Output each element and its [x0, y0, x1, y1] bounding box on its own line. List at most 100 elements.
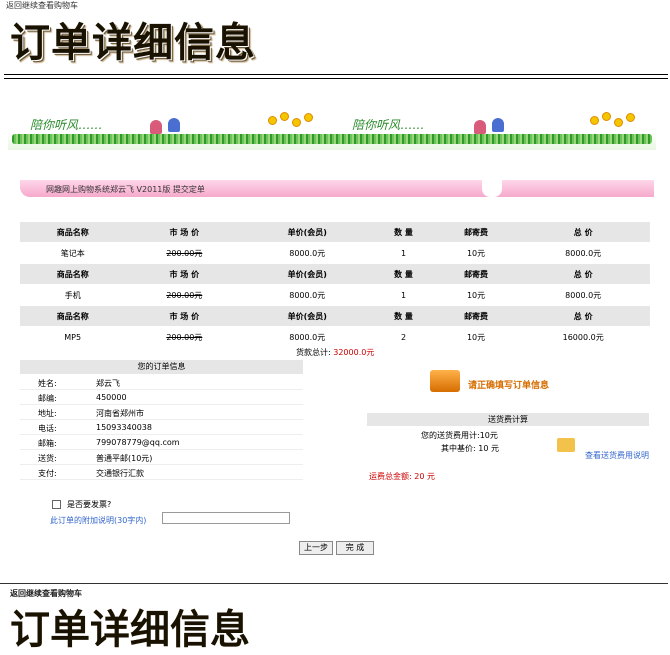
prev-button[interactable]: 上一步	[299, 541, 333, 555]
fee-header: 送货费计算	[367, 413, 649, 426]
quantity: 2	[371, 326, 436, 348]
column-header: 商品名称	[20, 222, 126, 243]
sunflower-icon	[268, 116, 277, 125]
divider	[0, 583, 668, 584]
column-header: 数 量	[371, 263, 436, 285]
sunflower-icon	[590, 116, 599, 125]
fee-help-link[interactable]: 查看送货费用说明	[585, 450, 649, 461]
market-price: 200.00元	[125, 242, 244, 264]
banner-text: 陪你听风……	[30, 118, 103, 132]
bottom-title: 订单详细信息	[10, 606, 250, 653]
sunflower-icon	[280, 112, 289, 121]
page-title: 订单详细信息	[10, 19, 256, 66]
sunflower-icon	[304, 113, 313, 122]
member-price: 8000.0元	[243, 284, 372, 306]
field-value: 郑云飞	[96, 379, 120, 388]
member-price: 8000.0元	[243, 326, 372, 348]
note-label: 此订单的附加说明(30字内)	[50, 516, 147, 525]
order-prompt: 请正确填写订单信息	[468, 381, 550, 391]
sunflower-icon	[292, 118, 301, 127]
finish-button[interactable]: 完 成	[336, 541, 374, 555]
table-header-row: 商品名称 市 场 价 单价(会员) 数 量 邮寄费 总 价	[20, 305, 650, 327]
quantity: 1	[371, 284, 436, 306]
goods-total-value: 32000.0元	[333, 348, 375, 357]
fee-base: 其中基价: 10 元	[441, 444, 499, 453]
market-price: 200.00元	[125, 326, 244, 348]
fee-line: 您的送货费用计:10元	[421, 431, 498, 440]
grass-strip	[12, 134, 652, 144]
field-label: 电话:	[38, 424, 57, 433]
child-icon	[150, 120, 162, 134]
column-header: 单价(会员)	[243, 305, 372, 327]
order-info-row: 电话: 15093340038	[20, 420, 303, 435]
order-info-row: 送货: 普通平邮(10元)	[20, 450, 303, 465]
order-info-row: 姓名: 郑云飞	[20, 375, 303, 390]
child-icon	[492, 118, 504, 132]
table-header-row: 商品名称 市 场 价 单价(会员) 数 量 邮寄费 总 价	[20, 263, 650, 285]
column-header: 市 场 价	[125, 305, 244, 327]
banner-text: 陪你听风……	[352, 118, 425, 132]
sunflower-icon	[602, 112, 611, 121]
breadcrumb-text: 网趣网上购物系统郑云飞 V2011版 提交定单	[46, 185, 205, 194]
quantity: 1	[371, 242, 436, 264]
column-header: 市 场 价	[125, 263, 244, 285]
sunflower-icon	[626, 113, 635, 122]
postage: 10元	[435, 284, 517, 306]
column-header: 数 量	[371, 222, 436, 243]
field-label: 送货:	[38, 454, 57, 463]
goods-total-label: 货款总计:	[296, 348, 331, 357]
item-total: 8000.0元	[516, 242, 650, 264]
table-row: MP5 200.00元 8000.0元 2 10元 16000.0元	[20, 326, 650, 348]
item-total: 16000.0元	[516, 326, 650, 348]
fee-box: 您的送货费用计:10元 其中基价: 10 元 查看送货费用说明 运费总金额: 2…	[367, 426, 649, 486]
item-name: 笔记本	[20, 242, 126, 264]
column-header: 商品名称	[20, 263, 126, 285]
column-header: 数 量	[371, 305, 436, 327]
field-label: 支付:	[38, 469, 57, 478]
column-header: 单价(会员)	[243, 263, 372, 285]
note-input[interactable]	[162, 512, 290, 524]
column-header: 市 场 价	[125, 222, 244, 243]
column-header: 总 价	[516, 263, 650, 285]
order-info-row: 邮箱: 799078779@qq.com	[20, 435, 303, 450]
item-name: 手机	[20, 284, 126, 306]
invoice-row: 是否要发票?	[52, 499, 111, 510]
order-info-header: 您的订单信息	[20, 360, 303, 374]
item-total: 8000.0元	[516, 284, 650, 306]
divider	[4, 74, 668, 75]
invoice-label: 是否要发票?	[67, 500, 112, 509]
order-info-row: 支付: 交通银行汇款	[20, 465, 303, 480]
order-form-icon	[430, 370, 460, 392]
column-header: 总 价	[516, 305, 650, 327]
field-value: 799078779@qq.com	[96, 438, 180, 447]
table-row: 笔记本 200.00元 8000.0元 1 10元 8000.0元	[20, 242, 650, 264]
child-icon	[474, 120, 486, 134]
bar-notch	[482, 180, 502, 197]
field-value: 15093340038	[96, 423, 152, 432]
child-icon	[168, 118, 180, 132]
column-header: 总 价	[516, 222, 650, 243]
fee-doc-icon	[557, 438, 575, 452]
divider	[4, 78, 668, 79]
column-header: 邮寄费	[435, 305, 517, 327]
field-label: 邮编:	[38, 394, 57, 403]
postage: 10元	[435, 242, 517, 264]
order-info-row: 邮编: 450000	[20, 390, 303, 405]
column-header: 商品名称	[20, 305, 126, 327]
item-name: MP5	[20, 326, 126, 348]
column-header: 邮寄费	[435, 222, 517, 243]
breadcrumb: 网趣网上购物系统郑云飞 V2011版 提交定单	[20, 180, 654, 197]
table-header-row: 商品名称 市 场 价 单价(会员) 数 量 邮寄费 总 价	[20, 222, 650, 243]
goods-total: 货款总计: 32000.0元	[296, 347, 374, 358]
order-info-row: 地址: 河南省郑州市	[20, 405, 303, 420]
postage: 10元	[435, 326, 517, 348]
table-row: 手机 200.00元 8000.0元 1 10元 8000.0元	[20, 284, 650, 306]
fee-grand-total: 运费总金额: 20 元	[369, 472, 435, 481]
field-value: 450000	[96, 393, 127, 402]
sunflower-icon	[614, 118, 623, 127]
field-label: 邮箱:	[38, 439, 57, 448]
column-header: 邮寄费	[435, 263, 517, 285]
items-table: 商品名称 市 场 价 单价(会员) 数 量 邮寄费 总 价 笔记本 200.00…	[20, 222, 650, 348]
field-label: 姓名:	[38, 379, 57, 388]
invoice-checkbox[interactable]	[52, 500, 61, 509]
